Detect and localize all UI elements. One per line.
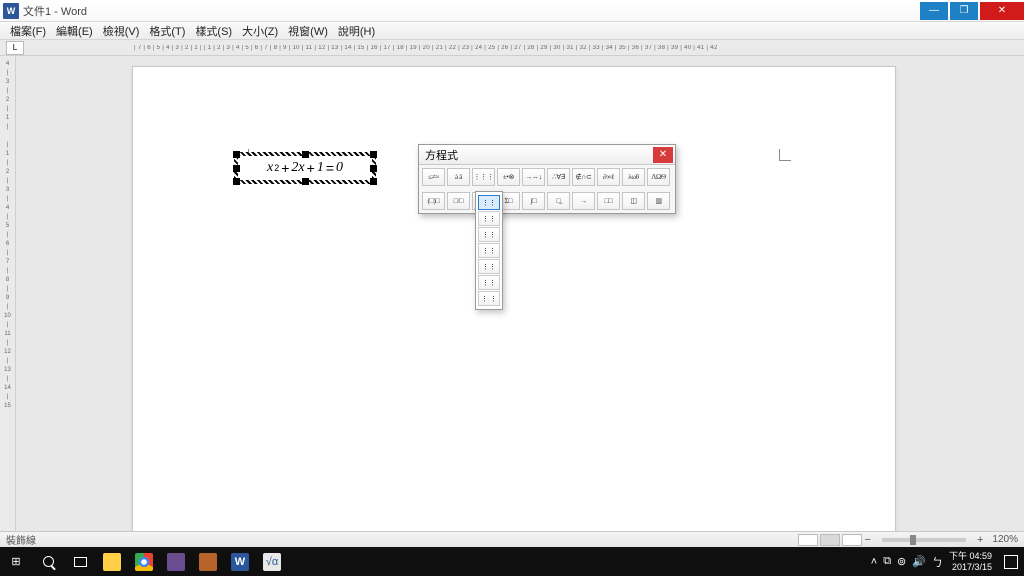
task-view-button[interactable] [64, 547, 96, 576]
menu-style[interactable]: 樣式(S) [195, 23, 232, 39]
toolbar-title: 方程式 [425, 147, 458, 163]
toolbar-row-2: (□)□ □/□ □̄ Σ□ ∫□ □̲ → □□ ◫ ▥ [419, 189, 675, 213]
mathtype-icon[interactable]: √α [256, 547, 288, 576]
palette-greek-upper[interactable]: ΛΩΘ [647, 168, 670, 186]
zoom-in-button[interactable]: + [974, 534, 986, 546]
ime-icon[interactable]: ㄅ [932, 554, 943, 570]
title-bar: W 文件1 - Word — ❐ ✕ [0, 0, 1024, 22]
chrome-icon[interactable] [128, 547, 160, 576]
app-icon[interactable] [192, 547, 224, 576]
menu-view[interactable]: 檢視(V) [103, 23, 140, 39]
dropdown-item[interactable]: ⋮⋮ [478, 195, 500, 210]
tab-stop-button[interactable]: L [6, 41, 24, 55]
palette-logical[interactable]: ∴∀∃ [547, 168, 570, 186]
menu-edit[interactable]: 編輯(E) [56, 23, 93, 39]
view-mode-button[interactable] [820, 534, 840, 546]
document-page[interactable] [132, 66, 896, 536]
dropdown-item[interactable]: ⋮⋮ [478, 275, 500, 290]
clock[interactable]: 下午 04:59 2017/3/15 [949, 551, 992, 573]
workspace: 4 | 3 | 2 | 1 | | 1 | 2 | 3 | 4 | 5 | 6 … [0, 56, 1024, 531]
palette-relational[interactable]: ≤≠≈ [422, 168, 445, 186]
close-button[interactable]: ✕ [980, 2, 1024, 20]
template-fractions[interactable]: □/□ [447, 192, 470, 210]
search-button[interactable] [32, 547, 64, 576]
toolbar-header[interactable]: 方程式 ✕ [419, 145, 675, 165]
action-center-icon[interactable] [1004, 555, 1018, 569]
volume-icon[interactable]: 🔊 [912, 555, 926, 568]
taskbar: ⊞ W √α ˄ ⧉ ⊚ 🔊 ㄅ 下午 04:59 2017/3/15 [0, 547, 1024, 576]
file-explorer-icon[interactable] [96, 547, 128, 576]
view-mode-button[interactable] [842, 534, 862, 546]
zoom-out-button[interactable]: − [862, 534, 874, 546]
dropdown-item[interactable]: ⋮⋮ [478, 211, 500, 226]
margin-mark [779, 149, 791, 161]
menu-help[interactable]: 說明(H) [338, 23, 375, 39]
tray-up-icon[interactable]: ˄ [871, 556, 877, 568]
dropdown-item[interactable]: ⋮ ⋮ [478, 291, 500, 306]
app-icon: W [3, 3, 19, 19]
palette-operators[interactable]: ±•⊗ [497, 168, 520, 186]
menu-file[interactable]: 檔案(F) [10, 23, 46, 39]
palette-arrows[interactable]: →⇔↓ [522, 168, 545, 186]
toolbar-close-button[interactable]: ✕ [653, 147, 673, 163]
template-underbar[interactable]: □̲ [547, 192, 570, 210]
template-arrow[interactable]: → [572, 192, 595, 210]
dropdown-item[interactable]: ⋮⋮ [478, 259, 500, 274]
status-text: 裝飾線 [6, 532, 36, 547]
vertical-ruler[interactable]: 4 | 3 | 2 | 1 | | 1 | 2 | 3 | 4 | 5 | 6 … [0, 56, 16, 531]
toolbar-dropdown[interactable]: ⋮⋮ ⋮⋮ ⋮⋮ ⋮⋮ ⋮⋮ ⋮⋮ ⋮ ⋮ [475, 191, 503, 310]
template-products[interactable]: □□ [597, 192, 620, 210]
palette-spaces[interactable]: ⋮⋮⋮ [472, 168, 495, 186]
view-mode-button[interactable] [798, 534, 818, 546]
ruler-row: L | 7 | 6 | 5 | 4 | 3 | 2 | 1 | | 1 | 2 … [0, 40, 1024, 56]
template-matrix[interactable]: ◫ [622, 192, 645, 210]
start-button[interactable]: ⊞ [0, 547, 32, 576]
maximize-button[interactable]: ❐ [950, 2, 978, 20]
dropdown-item[interactable]: ⋮⋮ [478, 227, 500, 242]
template-fences[interactable]: (□)□ [422, 192, 445, 210]
toolbar-row-1: ≤≠≈ ȧ ä ⋮⋮⋮ ±•⊗ →⇔↓ ∴∀∃ ∉∩⊂ ∂∞ℓ λωθ ΛΩΘ [419, 165, 675, 189]
palette-greek-lower[interactable]: λωθ [622, 168, 645, 186]
dropdown-item[interactable]: ⋮⋮ [478, 243, 500, 258]
dropbox-icon[interactable]: ⧉ [883, 555, 891, 568]
equation-object[interactable]: x2+2x+1=0 [238, 156, 372, 180]
minimize-button[interactable]: — [920, 2, 948, 20]
status-bar: 裝飾線 − + 120% [0, 531, 1024, 547]
menu-bar: 檔案(F) 編輯(E) 檢視(V) 格式(T) 樣式(S) 大小(Z) 視窗(W… [0, 22, 1024, 40]
zoom-value: 120% [992, 534, 1018, 545]
app-icon[interactable] [160, 547, 192, 576]
clock-date: 2017/3/15 [949, 562, 992, 573]
menu-size[interactable]: 大小(Z) [242, 23, 278, 39]
equation-text: x2+2x+1=0 [238, 156, 372, 180]
window-title: 文件1 - Word [23, 3, 87, 19]
zoom-slider[interactable] [882, 538, 966, 542]
horizontal-ruler[interactable]: | 7 | 6 | 5 | 4 | 3 | 2 | 1 | | 1 | 2 | … [134, 45, 1018, 51]
wifi-icon[interactable]: ⊚ [897, 555, 906, 568]
palette-misc[interactable]: ∂∞ℓ [597, 168, 620, 186]
palette-set[interactable]: ∉∩⊂ [572, 168, 595, 186]
template-boxes[interactable]: ▥ [647, 192, 670, 210]
zoom-thumb[interactable] [910, 535, 916, 545]
palette-embellishments[interactable]: ȧ ä [447, 168, 470, 186]
template-integral[interactable]: ∫□ [522, 192, 545, 210]
clock-time: 下午 04:59 [949, 551, 992, 562]
word-icon[interactable]: W [224, 547, 256, 576]
menu-format[interactable]: 格式(T) [149, 23, 185, 39]
equation-toolbar[interactable]: 方程式 ✕ ≤≠≈ ȧ ä ⋮⋮⋮ ±•⊗ →⇔↓ ∴∀∃ ∉∩⊂ ∂∞ℓ λω… [418, 144, 676, 214]
menu-window[interactable]: 視窗(W) [288, 23, 328, 39]
system-tray[interactable]: ˄ ⧉ ⊚ 🔊 ㄅ 下午 04:59 2017/3/15 [871, 551, 1024, 573]
